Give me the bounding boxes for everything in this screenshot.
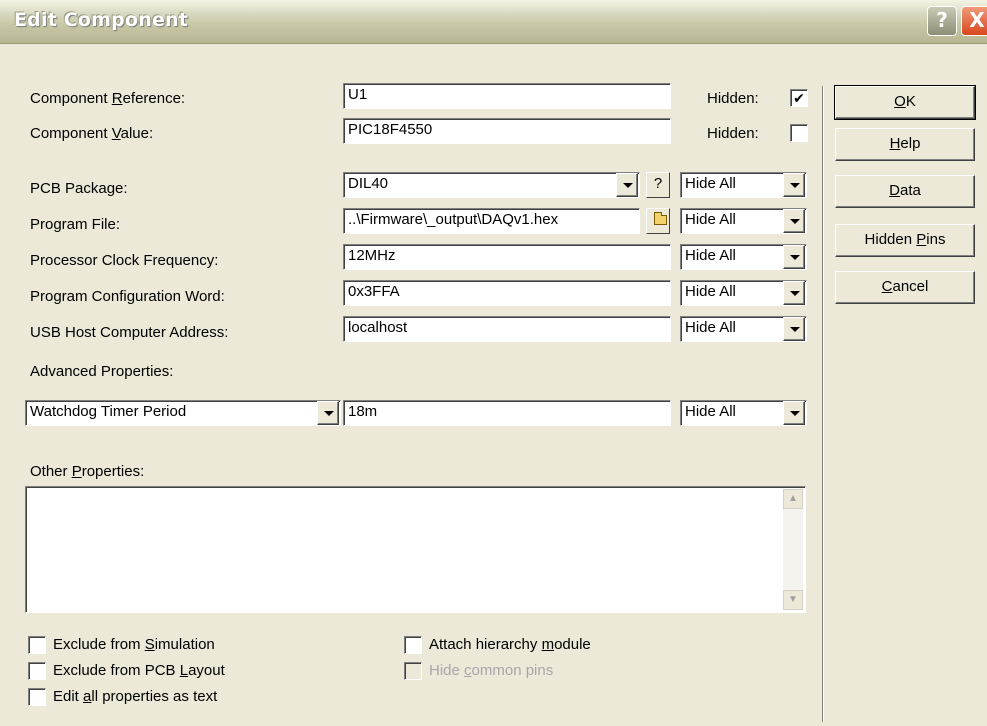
exclude-pcb-layout-label: Exclude from PCB Layout (53, 662, 225, 679)
other-properties-textarea[interactable]: ▲ ▼ (25, 486, 806, 613)
config-word-label: Program Configuration Word: (30, 288, 225, 305)
exclude-simulation-checkbox[interactable] (28, 636, 46, 654)
advanced-property-select[interactable]: Watchdog Timer Period (25, 400, 341, 426)
advanced-visibility-dropdown[interactable] (783, 401, 805, 425)
title-bar[interactable]: Edit Component ? X (0, 0, 987, 44)
usb-host-label: USB Host Computer Address: (30, 324, 229, 341)
folder-icon (654, 212, 667, 225)
scroll-up-icon[interactable]: ▲ (783, 489, 803, 509)
program-file-visibility-dropdown[interactable] (783, 209, 805, 233)
hidden-pins-button[interactable]: Hidden Pins (835, 224, 975, 257)
edit-as-text-checkbox[interactable] (28, 688, 46, 706)
dialog-title: Edit Component (14, 9, 189, 31)
pcb-package-combo[interactable]: DIL40 (343, 172, 640, 198)
component-value-input[interactable]: PIC18F4550 (343, 118, 671, 144)
value-hidden-label: Hidden: (707, 125, 759, 142)
config-word-visibility-dropdown[interactable] (783, 281, 805, 305)
component-reference-input[interactable]: U1 (343, 83, 671, 109)
ok-button[interactable]: OK (834, 85, 976, 120)
usb-host-input[interactable]: localhost (343, 316, 671, 342)
other-properties-scrollbar[interactable]: ▲ ▼ (783, 489, 803, 610)
value-hidden-checkbox[interactable] (790, 124, 808, 142)
clock-frequency-label: Processor Clock Frequency: (30, 252, 219, 269)
pcb-package-label: PCB Package: (30, 180, 128, 197)
attach-hierarchy-checkbox[interactable] (404, 636, 422, 654)
component-value-label: Component Value: (30, 125, 154, 142)
help-icon[interactable]: ? (927, 6, 957, 36)
reference-hidden-label: Hidden: (707, 90, 759, 107)
config-word-input[interactable]: 0x3FFA (343, 280, 671, 306)
program-file-label: Program File: (30, 216, 121, 233)
attach-hierarchy-label: Attach hierarchy module (429, 636, 591, 653)
advanced-property-dropdown[interactable] (317, 401, 339, 425)
reference-hidden-checkbox[interactable]: ✔ (790, 89, 808, 107)
vertical-divider (822, 86, 824, 722)
usb-host-visibility-dropdown[interactable] (783, 317, 805, 341)
hide-common-pins-label: Hide common pins (429, 662, 554, 679)
clock-frequency-visibility-dropdown[interactable] (783, 245, 805, 269)
advanced-properties-label: Advanced Properties: (30, 363, 174, 380)
hide-common-pins-checkbox (404, 662, 422, 680)
scroll-down-icon[interactable]: ▼ (783, 590, 803, 610)
component-reference-label: Component Reference: (30, 90, 186, 107)
program-file-input[interactable]: ..\Firmware\_output\DAQv1.hex (343, 208, 640, 234)
browse-folder-button[interactable] (646, 208, 670, 234)
clock-frequency-input[interactable]: 12MHz (343, 244, 671, 270)
exclude-simulation-label: Exclude from Simulation (53, 636, 215, 653)
pcb-package-visibility-dropdown[interactable] (783, 173, 805, 197)
cancel-button[interactable]: Cancel (835, 271, 975, 304)
pcb-package-help-button[interactable]: ? (646, 172, 670, 198)
advanced-value-input[interactable]: 18m (343, 400, 671, 426)
exclude-pcb-layout-checkbox[interactable] (28, 662, 46, 680)
data-button[interactable]: Data (835, 175, 975, 208)
pcb-package-dropdown-button[interactable] (616, 173, 638, 197)
other-properties-label: Other Properties: (30, 463, 145, 480)
help-button[interactable]: Help (835, 128, 975, 161)
close-icon[interactable]: X (961, 6, 987, 36)
edit-as-text-label: Edit all properties as text (53, 688, 218, 705)
edit-component-dialog: Edit Component ? X Component Reference: … (0, 0, 987, 726)
